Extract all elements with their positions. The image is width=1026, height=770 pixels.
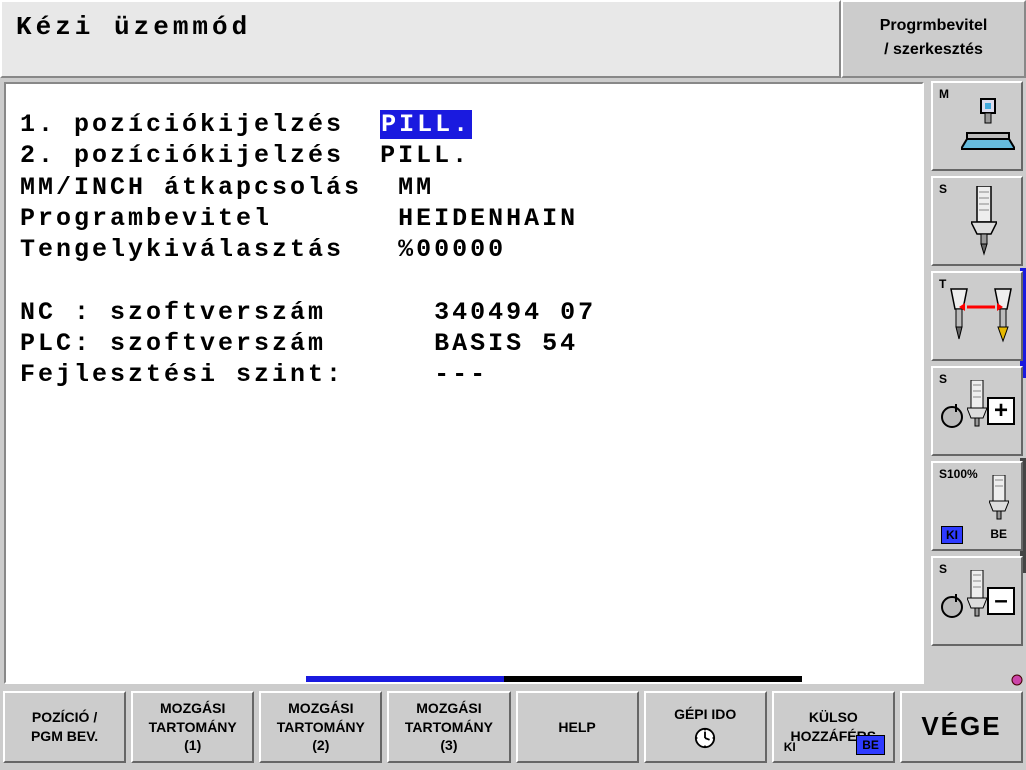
softkey-traverse-2[interactable]: MOZGÁSI TARTOMÁNY (2): [259, 691, 382, 763]
sidebar-m-button[interactable]: M: [931, 81, 1023, 171]
tool-change-icon: [941, 285, 1021, 350]
sidebar-s-minus-button[interactable]: S –: [931, 556, 1023, 646]
corner-icon: [1011, 674, 1023, 686]
dev-label: Fejlesztési szint:: [20, 360, 344, 389]
sk2-l3: (1): [184, 736, 201, 755]
sidebar-s100-button[interactable]: S100% KI BE: [931, 461, 1023, 551]
plc-value: BASIS 54: [434, 329, 578, 358]
dev-value: ---: [434, 360, 488, 389]
sk8: VÉGE: [921, 709, 1001, 744]
s-label: S: [939, 182, 947, 196]
sk6: GÉPI IDO: [674, 705, 736, 724]
sk1-l1: POZÍCIÓ /: [32, 708, 97, 727]
m-label: M: [939, 87, 949, 101]
sk2-l1: MOZGÁSI: [160, 699, 225, 718]
spindle-icon: [967, 570, 987, 624]
content-panel: 1. pozíciókijelzés PILL. 2. pozíciókijel…: [4, 82, 924, 684]
spindle-icon: [967, 380, 987, 434]
sk1-l2: PGM BEV.: [31, 727, 98, 746]
spindle-icon: [971, 186, 997, 256]
softkey-row: POZÍCIÓ / PGM BEV. MOZGÁSI TARTOMÁNY (1)…: [0, 688, 1026, 766]
softkey-page-indicator: [306, 676, 802, 682]
sk4-l2: TARTOMÁNY: [405, 718, 493, 737]
proginput-label: Programbevitel: [20, 204, 272, 233]
unit-label: MM/INCH átkapcsolás: [20, 173, 362, 202]
be-label: BE: [990, 527, 1007, 541]
sk3-l3: (2): [312, 736, 329, 755]
machine-icon: [961, 97, 1015, 152]
axis-label: Tengelykiválasztás: [20, 235, 344, 264]
mode-title: Kézi üzemmód: [16, 12, 251, 42]
pos1-value[interactable]: PILL.: [380, 110, 472, 139]
override-knob-icon: [941, 406, 963, 428]
softkey-traverse-1[interactable]: MOZGÁSI TARTOMÁNY (1): [131, 691, 254, 763]
sk7-be: BE: [856, 735, 885, 755]
pos1-label: 1. pozíciókijelzés: [20, 110, 344, 139]
softkey-external-access[interactable]: KÜLSO HOZZÁFÉRS KI BE: [772, 691, 895, 763]
nc-label: NC : szoftverszám: [20, 298, 326, 327]
s-plus-label: S: [939, 372, 947, 386]
minus-icon: –: [987, 587, 1015, 615]
sk3-l1: MOZGÁSI: [288, 699, 353, 718]
axis-value[interactable]: %00000: [398, 235, 506, 264]
pos2-value[interactable]: PILL.: [380, 141, 470, 170]
sidebar: M S T: [928, 78, 1026, 688]
clock-icon: [694, 727, 716, 749]
s100-label: S100%: [939, 467, 978, 481]
sk4-l1: MOZGÁSI: [416, 699, 481, 718]
mode-line2: / szerkesztés: [847, 38, 1020, 62]
sk5: HELP: [558, 718, 595, 737]
sidebar-s-plus-button[interactable]: S +: [931, 366, 1023, 456]
sidebar-s-button[interactable]: S: [931, 176, 1023, 266]
softkey-position-pgm[interactable]: POZÍCIÓ / PGM BEV.: [3, 691, 126, 763]
sk3-l2: TARTOMÁNY: [277, 718, 365, 737]
s-minus-label: S: [939, 562, 947, 576]
softkey-machine-time[interactable]: GÉPI IDO: [644, 691, 767, 763]
spindle-icon: [989, 475, 1009, 527]
pos2-label: 2. pozíciókijelzés: [20, 141, 344, 170]
sk4-l3: (3): [440, 736, 457, 755]
softkey-help[interactable]: HELP: [516, 691, 639, 763]
sk7-l1: KÜLSO: [809, 708, 858, 727]
ki-badge: KI: [941, 526, 963, 544]
unit-value[interactable]: MM: [398, 173, 434, 202]
override-knob-icon: [941, 596, 963, 618]
program-mode-box[interactable]: Progrmbevitel / szerkesztés: [841, 0, 1026, 78]
mode-line1: Progrmbevitel: [847, 14, 1020, 38]
proginput-value[interactable]: HEIDENHAIN: [398, 204, 578, 233]
nc-value: 340494 07: [434, 298, 596, 327]
sk2-l2: TARTOMÁNY: [149, 718, 237, 737]
softkey-end[interactable]: VÉGE: [900, 691, 1023, 763]
sk7-ki: KI: [784, 739, 796, 755]
title-bar: Kézi üzemmód: [0, 0, 841, 78]
sidebar-t-button[interactable]: T: [931, 271, 1023, 361]
softkey-traverse-3[interactable]: MOZGÁSI TARTOMÁNY (3): [387, 691, 510, 763]
plus-icon: +: [987, 397, 1015, 425]
plc-label: PLC: szoftverszám: [20, 329, 326, 358]
